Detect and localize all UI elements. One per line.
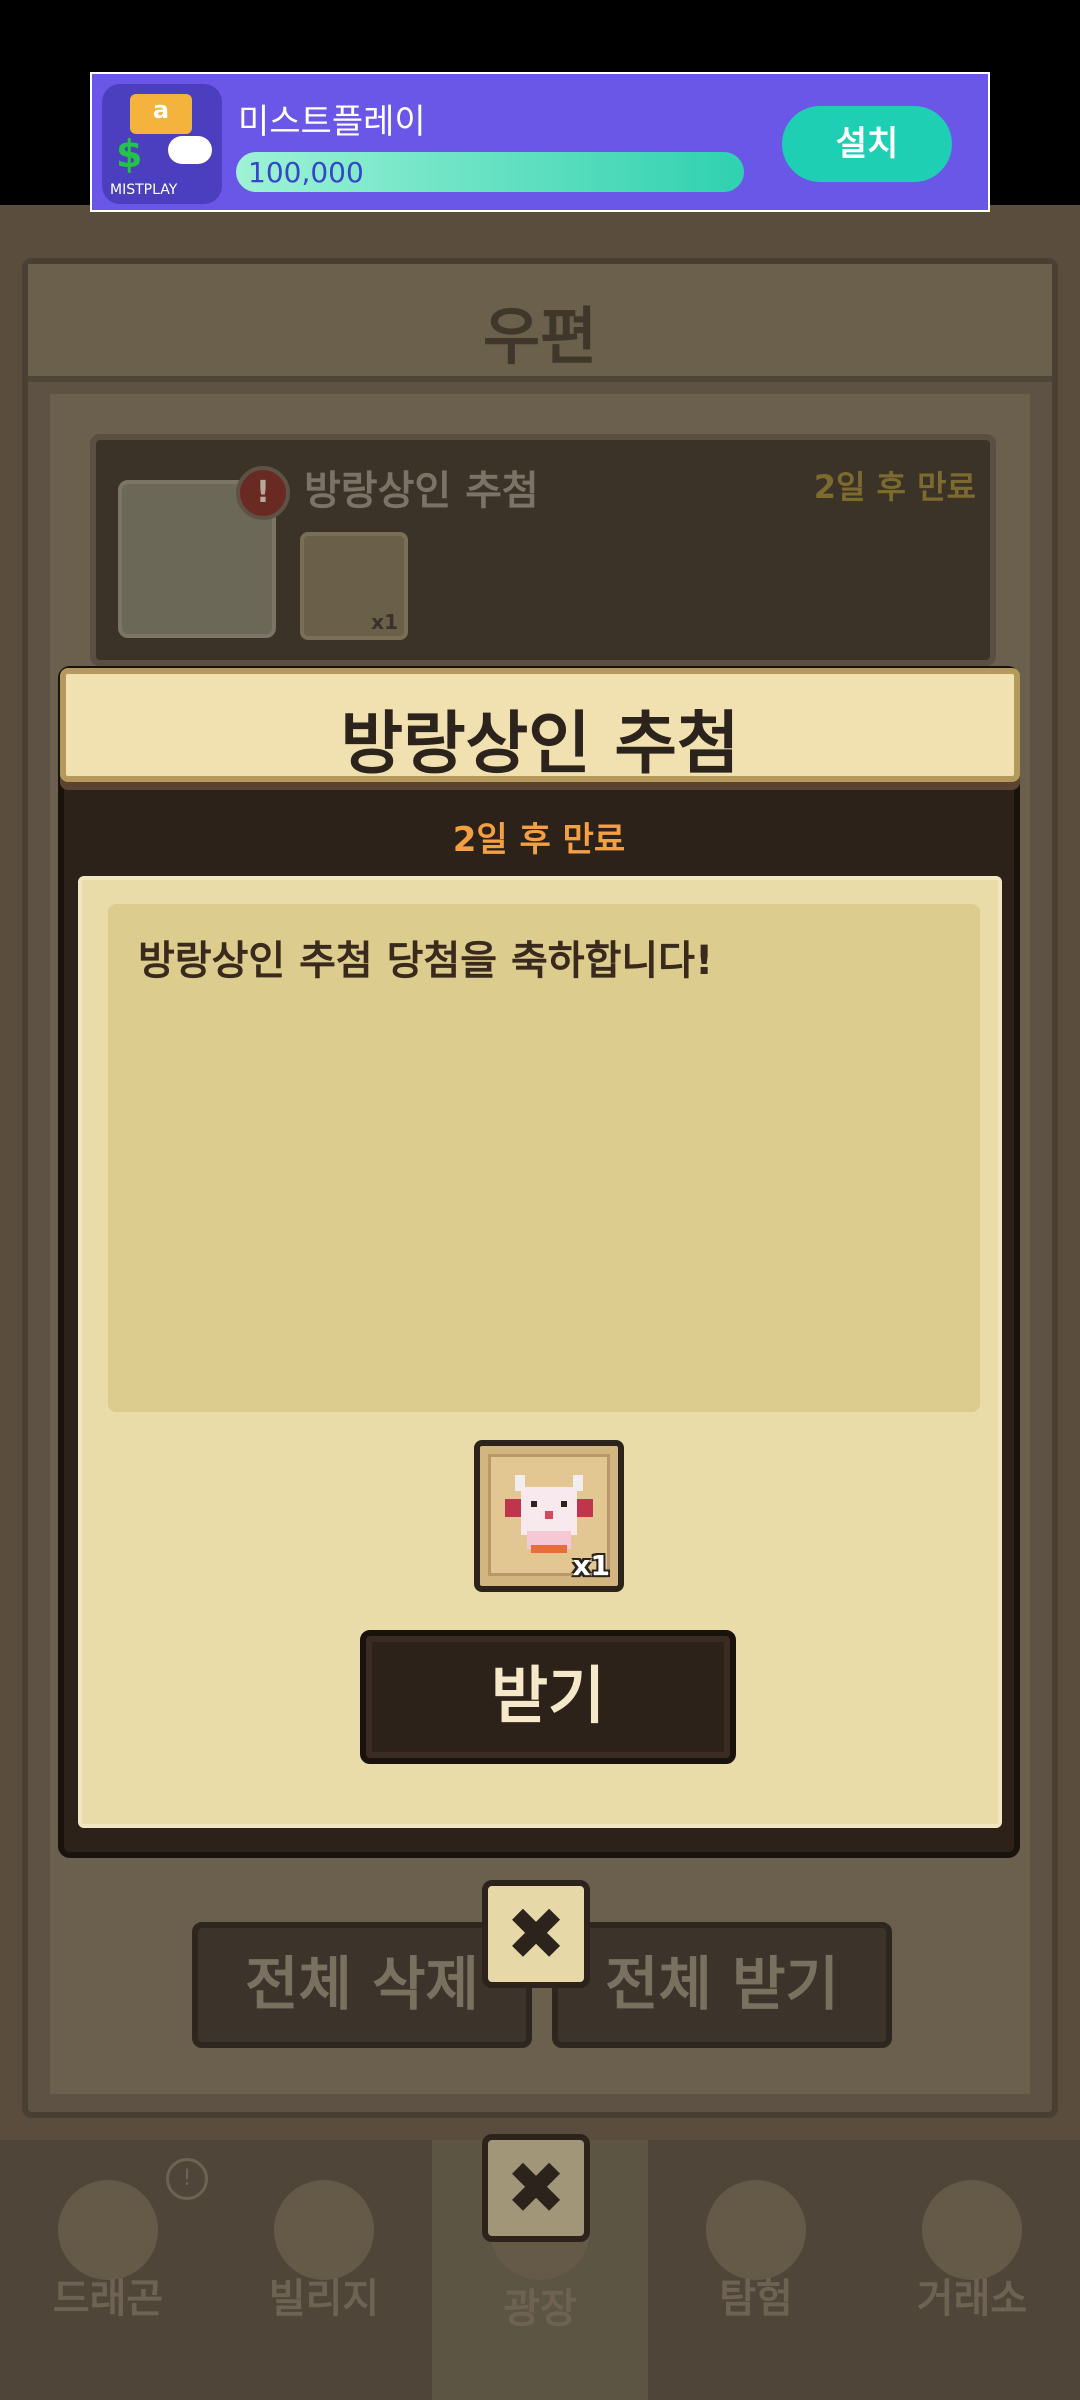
gamepad-icon: [168, 136, 212, 164]
message-box: 방랑상인 추첨 당첨을 축하합니다!: [108, 904, 980, 1412]
ad-progress-bar: 100,000: [236, 152, 744, 192]
message-text: 방랑상인 추첨 당첨을 축하합니다!: [138, 938, 714, 984]
nav-label: 드래곤: [52, 2276, 164, 2322]
nav-item-explore[interactable]: 탐험: [648, 2140, 864, 2400]
amazon-box-icon: a: [130, 94, 192, 134]
nav-label: 광장: [503, 2286, 577, 2332]
village-icon: [274, 2180, 374, 2280]
nav-item-exchange[interactable]: 거래소: [864, 2140, 1080, 2400]
nav-label: 빌리지: [268, 2276, 380, 2322]
mail-item-expiry: 2일 후 만료: [813, 468, 976, 506]
mail-list-item[interactable]: ! 방랑상인 추첨 2일 후 만료 x1: [90, 434, 996, 666]
delete-all-button[interactable]: 전체 삭제: [192, 1922, 532, 2048]
nav-label: 거래소: [916, 2276, 1028, 2322]
alert-icon: !: [236, 466, 290, 520]
ad-app-name: 미스트플레이: [238, 102, 426, 142]
mail-window-title: 우편: [482, 300, 598, 373]
ad-counter: 100,000: [248, 156, 364, 189]
mail-item-reward-count: x1: [371, 610, 398, 634]
popup-title: 방랑상인 추첨: [340, 705, 740, 784]
mail-item-title: 방랑상인 추첨: [304, 468, 539, 514]
claim-all-button[interactable]: 전체 받기: [552, 1922, 892, 2048]
claim-button[interactable]: 받기: [360, 1630, 736, 1764]
nav-item-dragon[interactable]: ! 드래곤: [0, 2140, 216, 2400]
nav-badge: !: [166, 2158, 208, 2200]
mail-detail-popup: 방랑상인 추첨 2일 후 만료 방랑상인 추첨 당첨을 축하합니다! x1 받기: [58, 666, 1020, 1858]
mistplay-app-icon: a $ MISTPLAY: [102, 84, 222, 204]
reward-item[interactable]: x1: [474, 1440, 624, 1592]
dollar-icon: $: [116, 132, 143, 176]
close-mail-window-button[interactable]: ✖: [482, 2134, 590, 2242]
exchange-icon: [922, 2180, 1022, 2280]
dragon-icon: [58, 2180, 158, 2280]
reward-count: x1: [572, 1549, 610, 1582]
mail-item-reward-icon: x1: [300, 532, 408, 640]
nav-item-village[interactable]: 빌리지: [216, 2140, 432, 2400]
ad-icon-brand: MISTPLAY: [110, 182, 178, 198]
ad-banner[interactable]: a $ MISTPLAY 미스트플레이 100,000 설치: [90, 72, 990, 212]
close-popup-button[interactable]: ✖: [482, 1880, 590, 1988]
install-button[interactable]: 설치: [782, 106, 952, 182]
popup-header: 방랑상인 추첨: [60, 668, 1020, 784]
compass-icon: [706, 2180, 806, 2280]
mail-window-header: 우편: [28, 264, 1052, 382]
popup-expiry: 2일 후 만료: [452, 820, 626, 860]
nav-label: 탐험: [719, 2276, 793, 2322]
popup-content: 방랑상인 추첨 당첨을 축하합니다! x1 받기: [78, 876, 1002, 1828]
